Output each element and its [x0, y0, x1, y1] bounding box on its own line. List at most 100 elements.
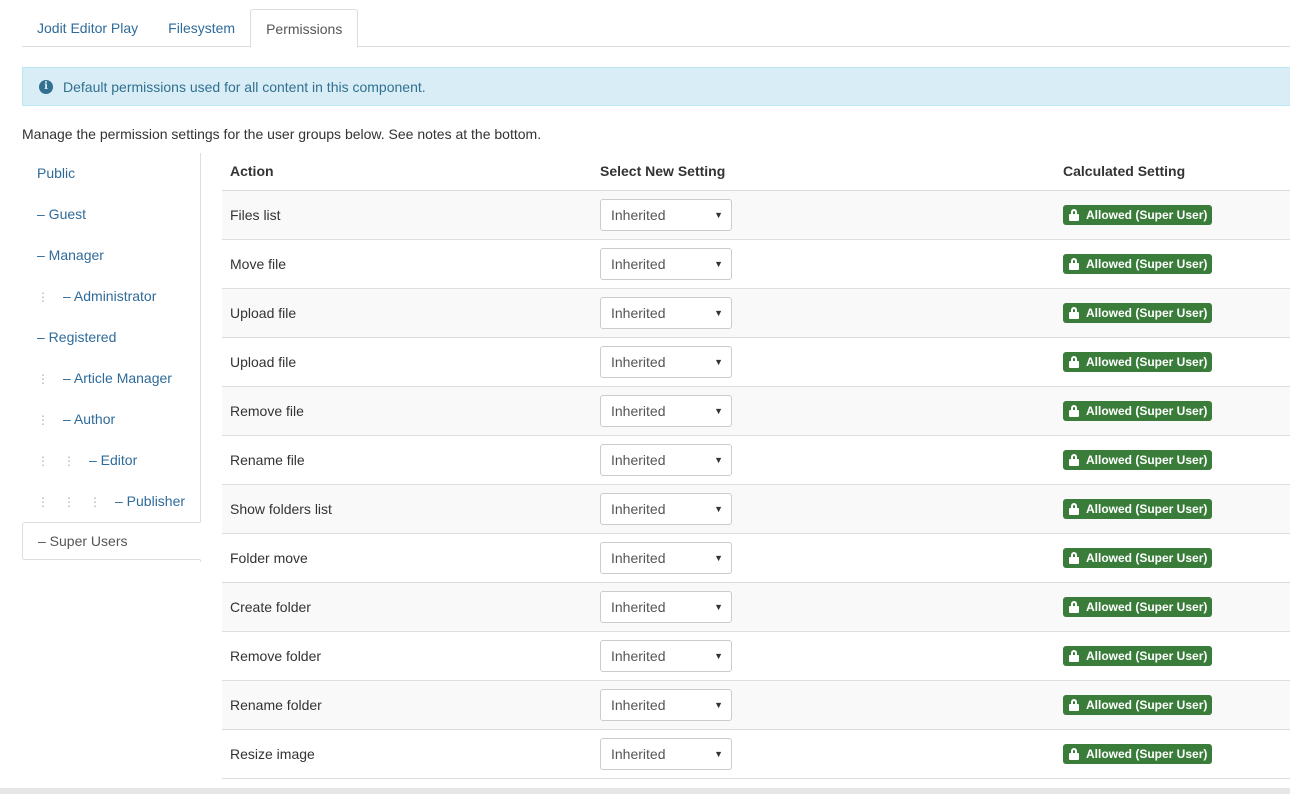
select-cell: Inherited ▼ [592, 239, 1055, 289]
permissions-page: Jodit Editor Play Filesystem Permissions… [0, 0, 1290, 794]
info-icon: i [39, 79, 53, 94]
group-label: – Editor [89, 452, 138, 468]
group-item[interactable]: ⋮ – Article Manager [22, 358, 200, 399]
calculated-cell: Allowed (Super User) [1055, 288, 1290, 338]
group-item[interactable]: ⋮ ⋮ ⋮ – Publisher [22, 481, 200, 522]
group-item[interactable]: ⋮ ⋮ – Editor [22, 440, 200, 481]
select-cell: Inherited ▼ [592, 582, 1055, 632]
table-row: Upload file Inherited ▼ Allowed (Super User… [222, 288, 1290, 338]
status-badge: Allowed (Super User) [1063, 743, 1213, 764]
status-badge: Allowed (Super User) [1063, 302, 1213, 323]
indent-dots-icon: ⋮ [63, 495, 75, 509]
status-badge-label: Allowed (Super User) [1086, 746, 1208, 761]
setting-select[interactable]: Inherited ▼ [600, 345, 732, 378]
setting-select-value: Inherited [611, 304, 666, 321]
setting-select-value: Inherited [611, 451, 666, 468]
setting-select[interactable]: Inherited ▼ [600, 394, 732, 427]
alert-text: Default permissions used for all content… [63, 78, 426, 95]
lock-icon [1069, 698, 1079, 711]
status-badge: Allowed (Super User) [1063, 645, 1213, 666]
setting-select-value: Inherited [611, 255, 666, 272]
tab-filesystem[interactable]: Filesystem [153, 9, 250, 47]
select-cell: Inherited ▼ [592, 435, 1055, 485]
table-row: Files list Inherited ▼ Allowed (Super User) [222, 190, 1290, 240]
table-row: Create folder Inherited ▼ Allowed (Super Us… [222, 582, 1290, 632]
indent-dots-icon: ⋮ [37, 372, 49, 386]
caret-down-icon: ▼ [714, 258, 723, 269]
setting-select-value: Inherited [611, 500, 666, 517]
status-badge-label: Allowed (Super User) [1086, 697, 1208, 712]
table-row: Remove file Inherited ▼ Allowed (Super User… [222, 386, 1290, 436]
caret-down-icon: ▼ [714, 748, 723, 759]
calculated-cell: Allowed (Super User) [1055, 337, 1290, 387]
lock-icon [1069, 306, 1079, 319]
action-cell: Remove file [222, 386, 592, 436]
setting-select[interactable]: Inherited ▼ [600, 688, 732, 721]
status-badge: Allowed (Super User) [1063, 547, 1213, 568]
caret-down-icon: ▼ [714, 650, 723, 661]
group-label: – Administrator [63, 288, 157, 304]
status-badge-label: Allowed (Super User) [1086, 256, 1208, 271]
group-item[interactable]: ⋮ – Administrator [22, 276, 200, 317]
indent-dots-icon: ⋮ [37, 290, 49, 304]
info-alert: i Default permissions used for all conte… [22, 67, 1290, 106]
horizontal-scrollbar[interactable] [0, 788, 1290, 794]
table-header-row: Action Select New Setting Calculated Set… [222, 153, 1290, 191]
permissions-table: Action Select New Setting Calculated Set… [222, 153, 1290, 779]
setting-select[interactable]: Inherited ▼ [600, 296, 732, 329]
group-label: – Guest [37, 206, 87, 222]
lock-icon [1069, 649, 1079, 662]
group-item[interactable]: – Super Users [22, 522, 201, 560]
group-item[interactable]: Public [22, 153, 200, 194]
lock-icon [1069, 404, 1079, 417]
group-item[interactable]: – Registered [22, 317, 200, 358]
header-select-new-setting: Select New Setting [592, 153, 1055, 191]
group-item[interactable]: – Guest [22, 194, 200, 235]
setting-select-value: Inherited [611, 598, 666, 615]
caret-down-icon: ▼ [714, 209, 723, 220]
tab-jodit-editor-play[interactable]: Jodit Editor Play [22, 9, 153, 47]
group-label: – Article Manager [63, 370, 172, 386]
setting-select[interactable]: Inherited ▼ [600, 198, 732, 231]
setting-select[interactable]: Inherited ▼ [600, 247, 732, 280]
setting-select[interactable]: Inherited ▼ [600, 541, 732, 574]
table-row: Rename folder Inherited ▼ Allowed (Super Us… [222, 680, 1290, 730]
setting-select[interactable]: Inherited ▼ [600, 443, 732, 476]
select-cell: Inherited ▼ [592, 386, 1055, 436]
setting-select-value: Inherited [611, 647, 666, 664]
caret-down-icon: ▼ [714, 601, 723, 612]
tab-bar: Jodit Editor Play Filesystem Permissions [22, 9, 1290, 48]
calculated-cell: Allowed (Super User) [1055, 386, 1290, 436]
action-cell: Resize image [222, 729, 592, 779]
select-cell: Inherited ▼ [592, 533, 1055, 583]
setting-select[interactable]: Inherited ▼ [600, 737, 732, 770]
setting-select[interactable]: Inherited ▼ [600, 590, 732, 623]
header-calculated-setting: Calculated Setting [1055, 153, 1290, 191]
setting-select[interactable]: Inherited ▼ [600, 492, 732, 525]
indent-dots-icon: ⋮ [63, 454, 75, 468]
select-cell: Inherited ▼ [592, 631, 1055, 681]
calculated-cell: Allowed (Super User) [1055, 533, 1290, 583]
setting-select[interactable]: Inherited ▼ [600, 639, 732, 672]
table-row: Remove folder Inherited ▼ Allowed (Super Us… [222, 631, 1290, 681]
tab-permissions[interactable]: Permissions [250, 9, 359, 48]
group-item[interactable]: – Manager [22, 235, 200, 276]
select-cell: Inherited ▼ [592, 680, 1055, 730]
select-cell: Inherited ▼ [592, 484, 1055, 534]
action-cell: Upload file [222, 288, 592, 338]
group-label: – Super Users [38, 533, 128, 549]
action-cell: Folder move [222, 533, 592, 583]
table-row: Show folders list Inherited ▼ Allowed (Supe… [222, 484, 1290, 534]
table-row: Folder move Inherited ▼ Allowed (Super User… [222, 533, 1290, 583]
group-label: – Manager [37, 247, 104, 263]
calculated-cell: Allowed (Super User) [1055, 631, 1290, 681]
action-cell: Show folders list [222, 484, 592, 534]
status-badge: Allowed (Super User) [1063, 400, 1213, 421]
group-item[interactable]: ⋮ – Author [22, 399, 200, 440]
calculated-cell: Allowed (Super User) [1055, 435, 1290, 485]
table-row: Upload file Inherited ▼ Allowed (Super User… [222, 337, 1290, 387]
group-label: – Author [63, 411, 116, 427]
group-label: – Registered [37, 329, 117, 345]
caret-down-icon: ▼ [714, 405, 723, 416]
status-badge-label: Allowed (Super User) [1086, 452, 1208, 467]
